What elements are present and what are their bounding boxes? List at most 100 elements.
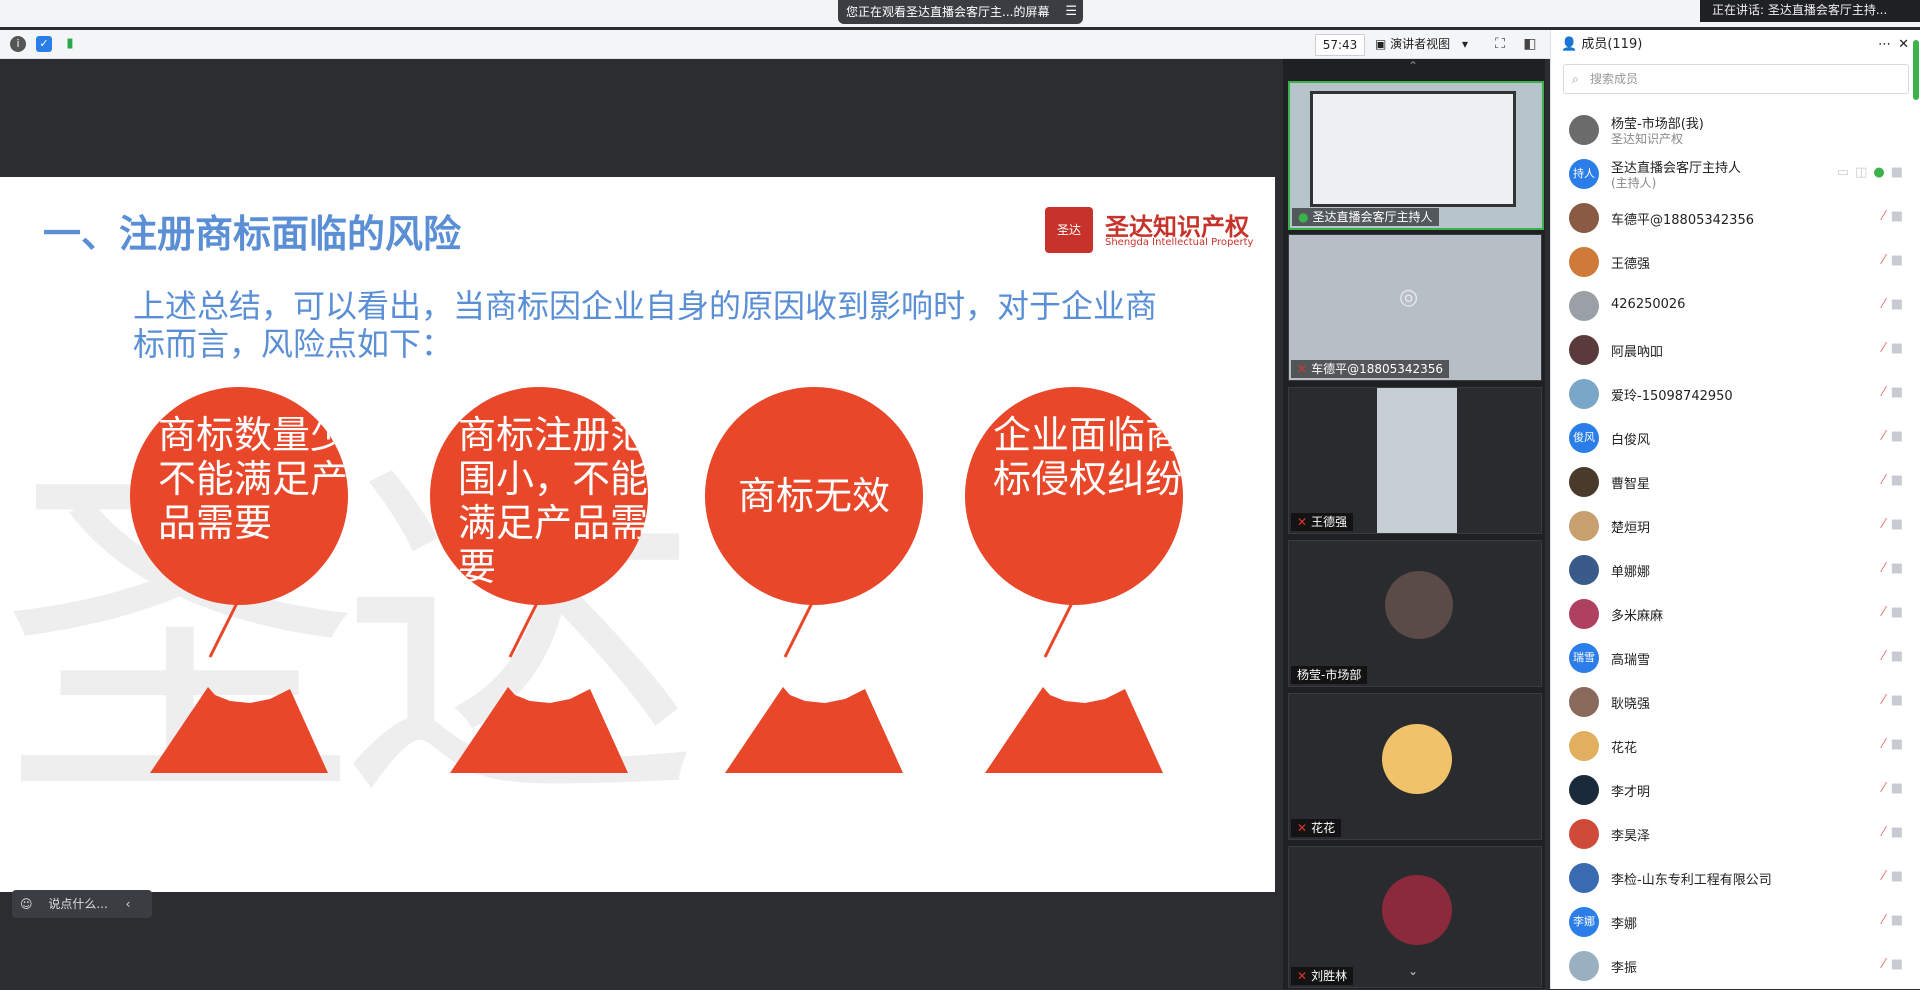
member-status-icons[interactable]: ⁄■ <box>1883 341 1909 356</box>
member-status-icons[interactable]: ⁄■ <box>1883 825 1909 840</box>
camera-off-icon[interactable]: ■ <box>1891 429 1909 444</box>
member-row[interactable]: 楚烜玥 ⁄■ <box>1551 506 1920 546</box>
mic-muted-icon[interactable]: ⁄ <box>1883 341 1891 356</box>
camera-off-icon[interactable]: ■ <box>1891 561 1909 576</box>
emoji-icon[interactable]: ☺ <box>20 897 33 911</box>
mic-muted-icon[interactable]: ⁄ <box>1883 649 1891 664</box>
member-row[interactable]: 持人 圣达直播会客厅主持人 (主持人) ▭◫●■ <box>1551 154 1920 194</box>
member-status-icons[interactable]: ⁄■ <box>1883 649 1909 664</box>
view-mode-select[interactable]: ▣ 演讲者视图 ▾ <box>1375 34 1477 54</box>
mic-muted-icon[interactable]: ⁄ <box>1883 693 1891 708</box>
camera-off-icon[interactable]: ■ <box>1891 957 1909 972</box>
member-row[interactable]: 杨莹-市场部(我) 圣达知识产权 <box>1551 110 1920 150</box>
fullscreen-icon[interactable]: ⛶ <box>1492 36 1508 52</box>
member-status-icons[interactable]: ⁄■ <box>1883 605 1909 620</box>
member-status-icons[interactable]: ⁄■ <box>1883 517 1909 532</box>
chevron-up-icon[interactable]: ⌃ <box>1408 59 1418 73</box>
member-status-icons[interactable]: ⁄■ <box>1883 297 1909 312</box>
member-row[interactable]: 曹智星 ⁄■ <box>1551 462 1920 502</box>
mic-muted-icon[interactable]: ⁄ <box>1883 737 1891 752</box>
camera-off-icon[interactable]: ■ <box>1891 385 1909 400</box>
member-row[interactable]: 车德平@18805342356 ⁄■ <box>1551 198 1920 238</box>
member-status-icons[interactable]: ⁄■ <box>1883 561 1909 576</box>
member-status-icons[interactable]: ⁄■ <box>1883 737 1909 752</box>
member-row[interactable]: 阿晨吶吅 ⁄■ <box>1551 330 1920 370</box>
menu-icon[interactable]: ☰ <box>1065 0 1077 24</box>
camera-off-icon[interactable]: ■ <box>1891 913 1909 928</box>
member-row[interactable]: 瑞雪 高瑞雪 ⁄■ <box>1551 638 1920 678</box>
camera-off-icon[interactable]: ■ <box>1891 253 1909 268</box>
camera-off-icon[interactable]: ■ <box>1891 297 1909 312</box>
mic-muted-icon[interactable]: ⁄ <box>1883 297 1891 312</box>
camera-off-icon[interactable]: ■ <box>1891 737 1909 752</box>
member-row[interactable]: 李才明 ⁄■ <box>1551 770 1920 810</box>
member-row[interactable]: 多米麻麻 ⁄■ <box>1551 594 1920 634</box>
mic-muted-icon[interactable]: ⁄ <box>1883 825 1891 840</box>
screen-icon[interactable]: ▭ <box>1837 165 1855 180</box>
more-icon[interactable]: ⋯ <box>1878 30 1891 60</box>
member-row[interactable]: 单娜娜 ⁄■ <box>1551 550 1920 590</box>
camera-off-icon[interactable]: ■ <box>1891 869 1909 884</box>
chat-input[interactable]: ☺ 说点什么... ‹ <box>12 890 152 918</box>
camera-off-icon[interactable]: ■ <box>1891 693 1909 708</box>
member-status-icons[interactable]: ⁄■ <box>1883 913 1909 928</box>
camera-off-icon[interactable]: ■ <box>1891 605 1909 620</box>
video-icon[interactable]: ◫ <box>1855 165 1873 180</box>
mic-muted-icon[interactable]: ⁄ <box>1883 253 1891 268</box>
shield-icon[interactable]: ✓ <box>36 36 52 52</box>
camera-icon[interactable]: ■ <box>1891 165 1909 180</box>
mic-on-icon[interactable]: ● <box>1873 165 1890 180</box>
member-status-icons[interactable]: ⁄■ <box>1883 693 1909 708</box>
member-row[interactable]: 花花 ⁄■ <box>1551 726 1920 766</box>
layout-toggle-icon[interactable]: ◧ <box>1522 36 1538 52</box>
member-status-icons[interactable]: ⁄■ <box>1883 957 1909 972</box>
mic-muted-icon[interactable]: ⁄ <box>1883 209 1891 224</box>
video-tile-host[interactable]: ● 圣达直播会客厅主持人 <box>1288 81 1544 230</box>
member-row[interactable]: 耿晓强 ⁄■ <box>1551 682 1920 722</box>
camera-off-icon[interactable]: ■ <box>1891 517 1909 532</box>
camera-off-icon[interactable]: ■ <box>1891 209 1909 224</box>
mic-muted-icon[interactable]: ⁄ <box>1883 913 1891 928</box>
video-tile[interactable]: ✕ 王德强 <box>1288 387 1542 534</box>
camera-off-icon[interactable]: ■ <box>1891 649 1909 664</box>
video-tile[interactable]: ◎ ✕ 车德平@18805342356 <box>1288 234 1542 381</box>
member-row[interactable]: 426250026 ⁄■ <box>1551 286 1920 326</box>
mic-muted-icon[interactable]: ⁄ <box>1883 385 1891 400</box>
mic-muted-icon[interactable]: ⁄ <box>1883 957 1891 972</box>
camera-off-icon[interactable]: ■ <box>1891 781 1909 796</box>
camera-off-icon[interactable]: ■ <box>1891 473 1909 488</box>
member-row[interactable]: 爱玲-15098742950 ⁄■ <box>1551 374 1920 414</box>
member-status-icons[interactable]: ⁄■ <box>1883 385 1909 400</box>
member-row[interactable]: 俊风 白俊风 ⁄■ <box>1551 418 1920 458</box>
mic-muted-icon[interactable]: ⁄ <box>1883 869 1891 884</box>
close-icon[interactable]: ✕ <box>1898 30 1909 60</box>
mic-muted-icon[interactable]: ⁄ <box>1883 561 1891 576</box>
info-icon[interactable]: i <box>10 36 26 52</box>
member-status-icons[interactable]: ⁄■ <box>1883 869 1909 884</box>
member-row[interactable]: 李娜 李娜 ⁄■ <box>1551 902 1920 942</box>
camera-off-icon[interactable]: ■ <box>1891 825 1909 840</box>
scrollbar[interactable] <box>1913 40 1919 100</box>
camera-off-icon[interactable]: ■ <box>1891 341 1909 356</box>
signal-icon[interactable]: ▮ <box>62 36 78 52</box>
member-status-icons[interactable]: ⁄■ <box>1883 473 1909 488</box>
member-status-icons[interactable]: ⁄■ <box>1883 253 1909 268</box>
mic-muted-icon[interactable]: ⁄ <box>1883 781 1891 796</box>
member-status-icons[interactable]: ⁄■ <box>1883 209 1909 224</box>
chevron-down-icon[interactable]: ⌄ <box>1408 964 1418 978</box>
member-status-icons[interactable]: ⁄■ <box>1883 429 1909 444</box>
chevron-left-icon[interactable]: ‹ <box>126 897 131 911</box>
video-tile[interactable]: ✕ 花花 <box>1288 693 1542 840</box>
member-row[interactable]: 李检-山东专利工程有限公司 ⁄■ <box>1551 858 1920 898</box>
screen-share-banner[interactable]: 您正在观看圣达直播会客厅主...的屏幕 ☰ <box>838 0 1083 24</box>
member-row[interactable]: 王德强 ⁄■ <box>1551 242 1920 282</box>
search-members-input[interactable]: ⌕ 搜索成员 <box>1563 64 1909 94</box>
video-tile[interactable]: 杨莹-市场部 <box>1288 540 1542 687</box>
member-row[interactable]: 李振 ⁄■ <box>1551 946 1920 986</box>
member-row[interactable]: 李昊泽 ⁄■ <box>1551 814 1920 854</box>
mic-muted-icon[interactable]: ⁄ <box>1883 429 1891 444</box>
mic-muted-icon[interactable]: ⁄ <box>1883 517 1891 532</box>
member-status-icons[interactable]: ⁄■ <box>1883 781 1909 796</box>
mic-muted-icon[interactable]: ⁄ <box>1883 605 1891 620</box>
mic-muted-icon[interactable]: ⁄ <box>1883 473 1891 488</box>
